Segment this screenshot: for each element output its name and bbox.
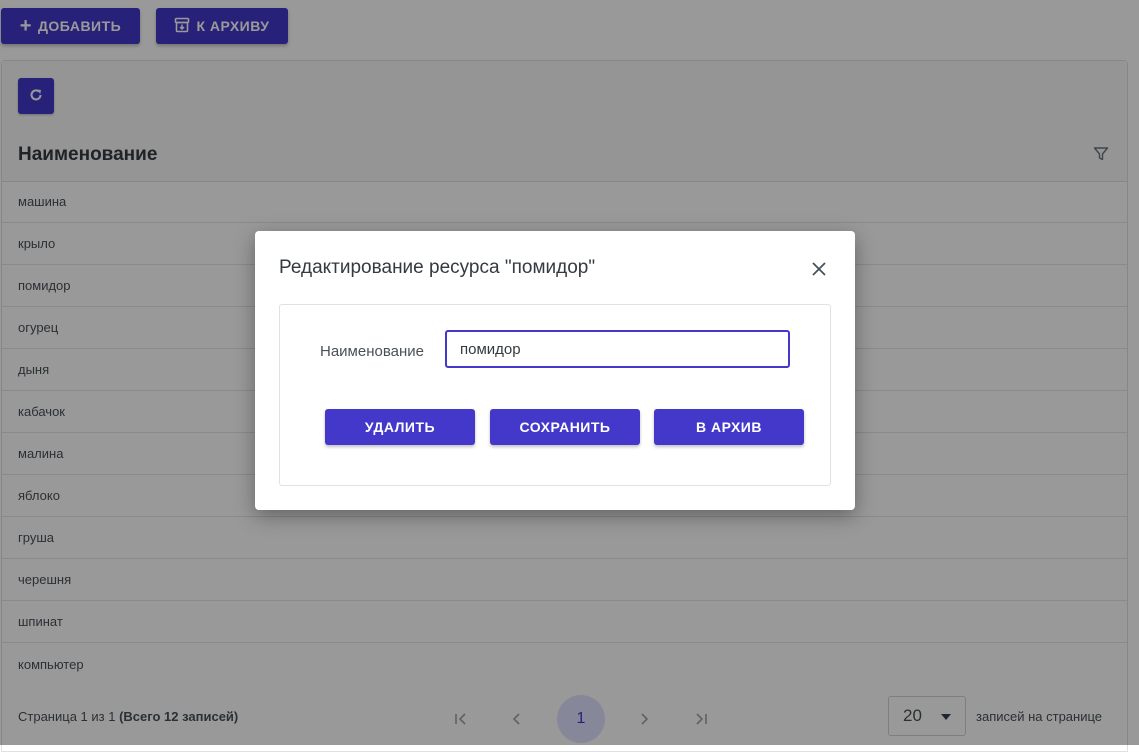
close-icon[interactable] [805,255,833,283]
name-input[interactable] [445,330,790,368]
dialog-form: Наименование УДАЛИТЬ СОХРАНИТЬ В АРХИВ [279,304,831,486]
archive-button[interactable]: В АРХИВ [654,409,804,445]
dialog-title: Редактирование ресурса "помидор" [279,257,596,278]
name-field-label: Наименование [320,343,424,360]
edit-resource-dialog: Редактирование ресурса "помидор" Наимено… [255,231,855,510]
delete-button[interactable]: УДАЛИТЬ [325,409,475,445]
save-button[interactable]: СОХРАНИТЬ [490,409,640,445]
